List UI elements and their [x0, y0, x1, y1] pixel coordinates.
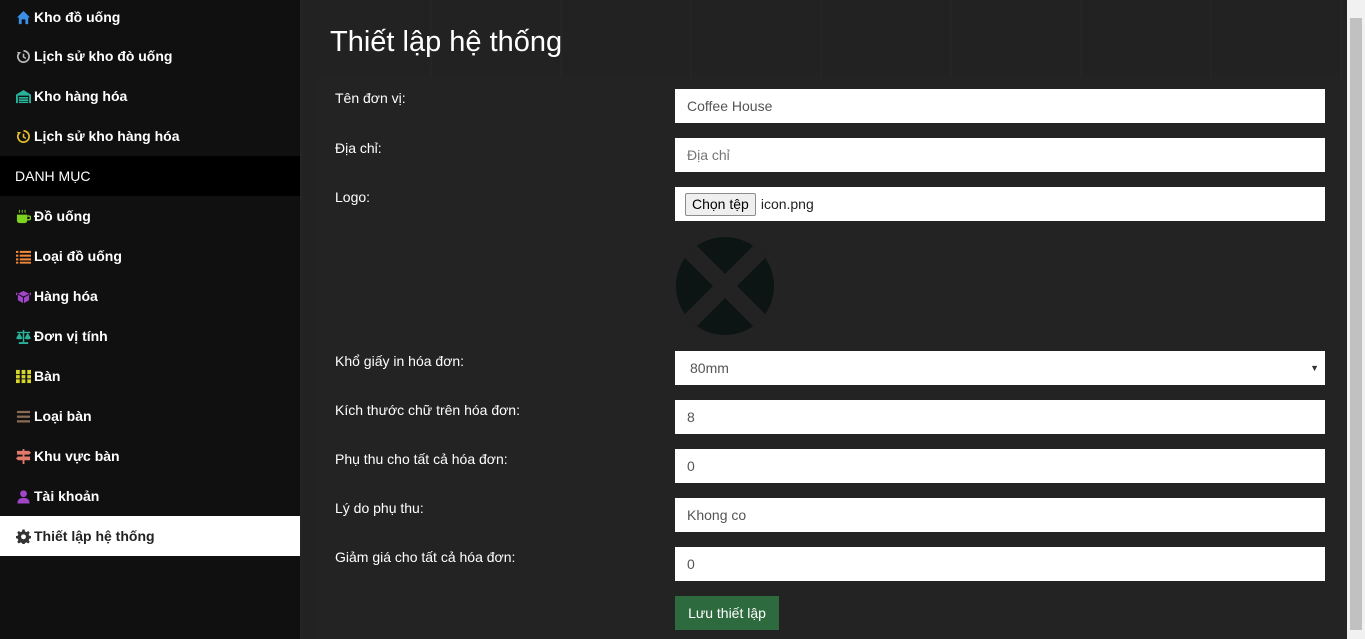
discount-label: Giảm giá cho tất cả hóa đơn: — [335, 549, 516, 565]
paper-size-select[interactable]: 80mm ▼ — [675, 351, 1325, 385]
sidebar-item-system-settings[interactable]: Thiết lập hệ thống — [0, 516, 300, 556]
sidebar-item-table-areas[interactable]: Khu vực bàn — [0, 436, 300, 476]
surcharge-reason-label: Lý do phụ thu: — [335, 500, 424, 516]
sidebar-item-label: Bàn — [34, 368, 61, 384]
settings-form: Tên đơn vị: Địa chỉ: Logo: Chọn tệp icon… — [315, 77, 1347, 639]
sidebar-item-label: Đồ uống — [34, 208, 91, 224]
sidebar-item-label: Tài khoản — [34, 488, 100, 504]
address-label: Địa chỉ: — [335, 140, 382, 156]
sidebar: Kho đồ uống Lịch sử kho đò uống Kho hàng… — [0, 0, 300, 639]
sidebar-item-accounts[interactable]: Tài khoản — [0, 476, 300, 516]
sidebar-item-goods-stock-history[interactable]: Lịch sử kho hàng hóa — [0, 116, 300, 156]
sidebar-item-drink-stock[interactable]: Kho đồ uống — [0, 0, 300, 36]
logo-file-input[interactable]: Chọn tệp icon.png — [675, 187, 1325, 221]
sidebar-item-label: Lịch sử kho đò uống — [34, 48, 173, 64]
sidebar-item-label: Lịch sử kho hàng hóa — [34, 128, 180, 144]
sidebar-item-label: Khu vực bàn — [34, 448, 120, 464]
choose-file-button[interactable]: Chọn tệp — [685, 192, 756, 216]
save-settings-button[interactable]: Lưu thiết lập — [675, 596, 779, 630]
logo-label: Logo: — [335, 189, 371, 205]
main-content: Thiết lập hệ thống Tên đơn vị: Địa chỉ: … — [300, 0, 1347, 639]
warehouse-icon — [15, 88, 31, 104]
sidebar-item-label: Kho đồ uống — [34, 9, 121, 25]
sidebar-section-header: DANH MỤC — [0, 156, 300, 196]
scale-icon — [15, 328, 31, 344]
sidebar-item-goods[interactable]: Hàng hóa — [0, 276, 300, 316]
unit-name-input[interactable] — [675, 89, 1325, 123]
sidebar-item-label: Kho hàng hóa — [34, 88, 128, 104]
font-size-input[interactable] — [675, 400, 1325, 434]
sidebar-item-drinks[interactable]: Đồ uống — [0, 196, 300, 236]
gear-icon — [15, 528, 31, 544]
user-icon — [15, 488, 31, 504]
sidebar-item-table-types[interactable]: Loại bàn — [0, 396, 300, 436]
signpost-icon — [15, 448, 31, 464]
home-icon — [15, 9, 31, 25]
unit-name-label: Tên đơn vị: — [335, 90, 406, 106]
sidebar-item-label: Loại bàn — [34, 408, 92, 424]
sidebar-item-goods-stock[interactable]: Kho hàng hóa — [0, 76, 300, 116]
box-icon — [15, 288, 31, 304]
page-scrollbar[interactable] — [1347, 0, 1365, 639]
page-title: Thiết lập hệ thống — [330, 26, 563, 58]
surcharge-reason-input[interactable] — [675, 498, 1325, 532]
sidebar-item-tables[interactable]: Bàn — [0, 356, 300, 396]
bars-icon — [15, 408, 31, 424]
coffee-icon — [15, 208, 31, 224]
logo-preview-image — [675, 236, 775, 336]
sidebar-item-label: Đơn vị tính — [34, 328, 108, 344]
surcharge-label: Phụ thu cho tất cả hóa đơn: — [335, 451, 508, 467]
sidebar-item-label: Hàng hóa — [34, 288, 98, 304]
sidebar-item-drink-types[interactable]: Loại đồ uống — [0, 236, 300, 276]
sidebar-item-drink-stock-history[interactable]: Lịch sử kho đò uống — [0, 36, 300, 76]
file-name: icon.png — [760, 196, 814, 212]
grid-icon — [15, 368, 31, 384]
sidebar-item-label: Loại đồ uống — [34, 248, 122, 264]
paper-size-value: 80mm — [690, 360, 729, 376]
sidebar-item-units[interactable]: Đơn vị tính — [0, 316, 300, 356]
sidebar-item-label: Thiết lập hệ thống — [34, 528, 155, 544]
scrollbar-thumb[interactable] — [1350, 18, 1362, 630]
history-icon — [15, 48, 31, 64]
history-icon — [15, 128, 31, 144]
list-icon — [15, 248, 31, 264]
font-size-label: Kích thước chữ trên hóa đơn: — [335, 402, 520, 418]
chevron-down-icon: ▼ — [1310, 363, 1319, 373]
paper-size-label: Khổ giấy in hóa đơn: — [335, 353, 465, 369]
surcharge-input[interactable] — [675, 449, 1325, 483]
discount-input[interactable] — [675, 547, 1325, 581]
address-input[interactable] — [675, 138, 1325, 172]
